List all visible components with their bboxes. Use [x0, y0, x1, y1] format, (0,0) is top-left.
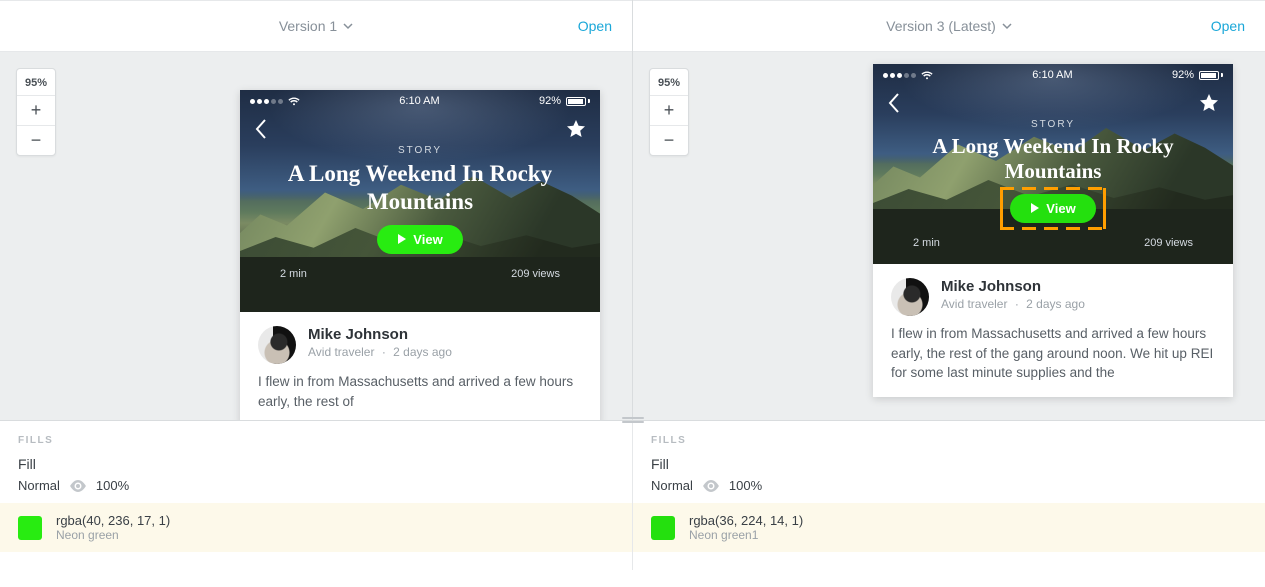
- fill-label: Fill: [651, 456, 1247, 472]
- blend-mode: Normal: [18, 478, 60, 493]
- hero: 6:10 AM 92% STORY A Long Weekend In Rock…: [240, 90, 600, 312]
- battery-icon: [1199, 71, 1223, 80]
- post-body: I flew in from Massachusetts and arrived…: [258, 372, 582, 411]
- zoom-control-right: 95% + −: [649, 68, 689, 156]
- chevron-down-icon: [1002, 18, 1012, 34]
- fill-opacity: 100%: [729, 478, 762, 493]
- zoom-level: 95%: [25, 69, 47, 95]
- duration: 2 min: [913, 237, 940, 249]
- topbar-left: Version 1 Open: [0, 0, 632, 52]
- view-button-label: View: [413, 232, 442, 247]
- drag-handle-icon[interactable]: [619, 417, 647, 425]
- color-value: rgba(40, 236, 17, 1): [56, 513, 170, 528]
- zoom-level: 95%: [658, 69, 680, 95]
- post: Mike Johnson Avid traveler · 2 days ago …: [873, 264, 1233, 397]
- version-selector-left[interactable]: Version 1: [279, 18, 353, 34]
- story-title: A Long Weekend In Rocky Mountains: [240, 160, 600, 225]
- fills-heading: FILLS: [651, 435, 1247, 446]
- avatar: [258, 326, 296, 364]
- status-bar: 6:10 AM 92%: [873, 64, 1233, 86]
- version-label: Version 3 (Latest): [886, 18, 996, 34]
- signal-icon: [250, 99, 283, 104]
- story-label: STORY: [240, 145, 600, 156]
- visibility-icon[interactable]: [70, 480, 86, 492]
- selected-element[interactable]: View: [1010, 194, 1095, 223]
- color-swatch[interactable]: [18, 516, 42, 540]
- story-label: STORY: [873, 119, 1233, 130]
- fills-heading: FILLS: [18, 435, 614, 446]
- post-body: I flew in from Massachusetts and arrived…: [891, 324, 1215, 383]
- view-button[interactable]: View: [1010, 194, 1095, 223]
- author-role: Avid traveler: [308, 345, 374, 359]
- version-label: Version 1: [279, 18, 337, 34]
- status-time: 6:10 AM: [399, 95, 439, 107]
- duration: 2 min: [280, 268, 307, 280]
- fill-opacity: 100%: [96, 478, 129, 493]
- status-bar: 6:10 AM 92%: [240, 90, 600, 112]
- status-battery-pct: 92%: [1172, 69, 1194, 81]
- fill-color-row[interactable]: rgba(36, 224, 14, 1) Neon green1: [633, 503, 1265, 552]
- blend-mode: Normal: [651, 478, 693, 493]
- view-count: 209 views: [1144, 237, 1193, 249]
- play-icon: [1030, 201, 1040, 216]
- hero: 6:10 AM 92% STORY A Long Weekend In Rock…: [873, 64, 1233, 264]
- play-icon: [397, 232, 407, 247]
- status-time: 6:10 AM: [1032, 69, 1072, 81]
- post: Mike Johnson Avid traveler · 2 days ago …: [240, 312, 600, 425]
- color-name: Neon green: [56, 528, 170, 542]
- version-selector-right[interactable]: Version 3 (Latest): [886, 18, 1012, 34]
- wifi-icon: [288, 97, 300, 106]
- artboard-v3[interactable]: 6:10 AM 92% STORY A Long Weekend In Rock…: [873, 64, 1233, 397]
- avatar: [891, 278, 929, 316]
- back-icon[interactable]: [254, 118, 268, 145]
- topbar-right: Version 3 (Latest) Open: [633, 0, 1265, 52]
- color-value: rgba(36, 224, 14, 1): [689, 513, 803, 528]
- visibility-icon[interactable]: [703, 480, 719, 492]
- chevron-down-icon: [343, 18, 353, 34]
- zoom-in-button[interactable]: +: [650, 95, 688, 125]
- author-name: Mike Johnson: [308, 326, 452, 343]
- view-count: 209 views: [511, 268, 560, 280]
- post-time: 2 days ago: [1026, 297, 1085, 311]
- zoom-control-left: 95% + −: [16, 68, 56, 156]
- zoom-out-button[interactable]: −: [17, 125, 55, 155]
- zoom-out-button[interactable]: −: [650, 125, 688, 155]
- author-role: Avid traveler: [941, 297, 1007, 311]
- open-link-left[interactable]: Open: [578, 18, 612, 34]
- view-button-label: View: [1046, 201, 1075, 216]
- artboard-v1[interactable]: 6:10 AM 92% STORY A Long Weekend In Rock…: [240, 90, 600, 425]
- inspector-left: FILLS Fill Normal 100% rgba(40, 236, 17,…: [0, 421, 633, 570]
- wifi-icon: [921, 71, 933, 80]
- zoom-in-button[interactable]: +: [17, 95, 55, 125]
- inspector-panel: FILLS Fill Normal 100% rgba(40, 236, 17,…: [0, 420, 1265, 587]
- color-swatch[interactable]: [651, 516, 675, 540]
- story-title: A Long Weekend In Rocky Mountains: [873, 134, 1233, 194]
- star-icon[interactable]: [1199, 93, 1219, 118]
- status-battery-pct: 92%: [539, 95, 561, 107]
- signal-icon: [883, 73, 916, 78]
- fill-color-row[interactable]: rgba(40, 236, 17, 1) Neon green: [0, 503, 632, 552]
- open-link-right[interactable]: Open: [1211, 18, 1245, 34]
- battery-icon: [566, 97, 590, 106]
- hero-meta: 2 min 209 views: [873, 223, 1233, 259]
- hero-meta: 2 min 209 views: [240, 254, 600, 290]
- author-name: Mike Johnson: [941, 278, 1085, 295]
- back-icon[interactable]: [887, 92, 901, 119]
- fill-label: Fill: [18, 456, 614, 472]
- star-icon[interactable]: [566, 119, 586, 144]
- post-time: 2 days ago: [393, 345, 452, 359]
- color-name: Neon green1: [689, 528, 803, 542]
- view-button[interactable]: View: [377, 225, 462, 254]
- inspector-right: FILLS Fill Normal 100% rgba(36, 224, 14,…: [633, 421, 1265, 570]
